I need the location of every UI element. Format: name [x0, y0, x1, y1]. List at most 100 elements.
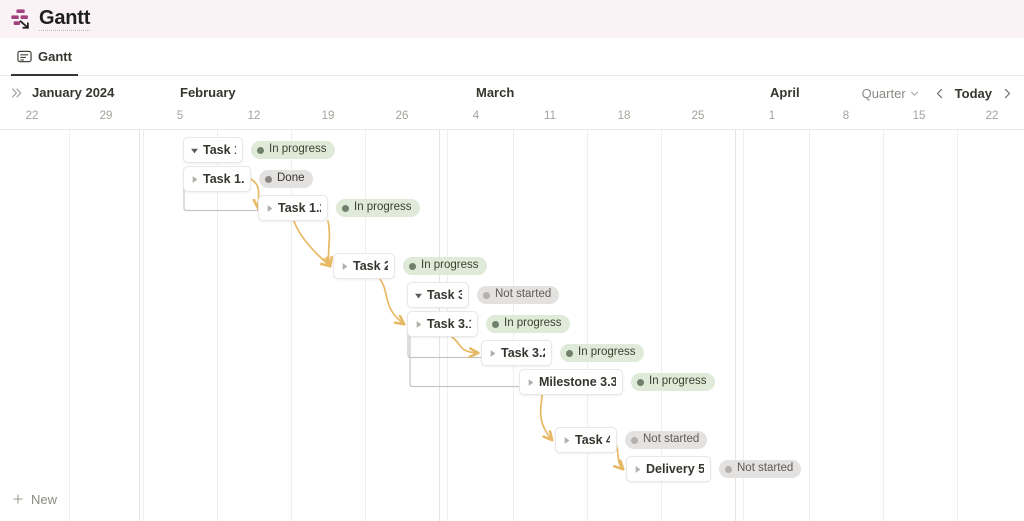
sidebar-divider: [139, 130, 140, 521]
timeline-view-icon: [17, 50, 32, 63]
task-name: Milestone 3.3: [539, 375, 616, 389]
status-dot-icon: [725, 465, 732, 473]
status-label: In progress: [269, 143, 327, 156]
timeline-controls: Quarter Today: [862, 84, 1014, 102]
zoom-level-label: Quarter: [861, 85, 906, 101]
task-bar[interactable]: Task 4: [555, 427, 617, 453]
zoom-level-select[interactable]: Quarter: [862, 86, 920, 101]
status-badge[interactable]: In progress: [631, 373, 715, 391]
task-name: Task 3.1: [427, 317, 471, 331]
status-label: In progress: [578, 346, 636, 359]
status-dot-icon: [492, 320, 499, 328]
status-label: In progress: [504, 317, 562, 330]
chevron-down-icon: [910, 91, 918, 96]
status-badge[interactable]: Not started: [719, 460, 802, 478]
task-bar[interactable]: Task 1.2: [258, 195, 328, 221]
status-label: Done: [277, 172, 305, 185]
task-bar[interactable]: Delivery 5: [626, 456, 711, 482]
week-tick-label: 1: [768, 110, 776, 122]
status-badge[interactable]: Not started: [625, 431, 708, 449]
caret-down-icon[interactable]: [190, 146, 199, 155]
status-badge[interactable]: In progress: [486, 315, 570, 333]
month-label: January 2024: [32, 85, 115, 100]
status-label: In progress: [421, 259, 479, 272]
week-tick-label: 26: [395, 110, 409, 122]
task-bar[interactable]: Task 2: [333, 253, 395, 279]
new-task-label: New: [31, 491, 58, 507]
tab-gantt[interactable]: Gantt: [11, 38, 78, 76]
view-tabbar: Gantt: [0, 38, 1024, 76]
week-tick-label: 8: [842, 110, 850, 122]
task-bar[interactable]: Task 3.1: [407, 311, 478, 337]
grid-line: [143, 130, 144, 521]
status-dot-icon: [566, 349, 573, 357]
task-bar[interactable]: Task 1: [183, 137, 243, 163]
task-name: Task 1.2: [278, 201, 321, 215]
week-tick-label: 29: [99, 110, 113, 122]
task-bar[interactable]: Task 3: [407, 282, 469, 308]
status-dot-icon: [265, 175, 272, 183]
status-label: In progress: [649, 375, 707, 388]
grid-line: [957, 130, 958, 521]
week-tick-label: 5: [176, 110, 184, 122]
week-tick-label: 22: [25, 110, 39, 122]
task-name: Task 4: [575, 433, 610, 447]
caret-right-icon[interactable]: [562, 436, 571, 445]
grid-line: [587, 130, 588, 521]
month-label: March: [476, 85, 515, 100]
double-chevron-right-icon[interactable]: [10, 86, 24, 100]
week-tick-label: 12: [247, 110, 261, 122]
status-badge[interactable]: Not started: [477, 286, 560, 304]
grid-line: [809, 130, 810, 521]
month-label: April: [770, 85, 800, 100]
grid-line: [365, 130, 366, 521]
week-tick-label: 15: [912, 110, 926, 122]
caret-right-icon[interactable]: [340, 262, 349, 271]
week-tick-label: 25: [691, 110, 705, 122]
status-badge[interactable]: Done: [259, 170, 313, 188]
status-badge[interactable]: In progress: [403, 257, 487, 275]
status-dot-icon: [631, 436, 638, 444]
status-dot-icon: [257, 146, 264, 154]
status-badge[interactable]: In progress: [560, 344, 644, 362]
today-button[interactable]: Today: [955, 86, 992, 101]
caret-right-icon[interactable]: [265, 204, 274, 213]
previous-period-button[interactable]: [933, 87, 946, 100]
plus-icon: [13, 494, 23, 504]
grid-line: [69, 130, 70, 521]
page-title: Gantt: [39, 7, 91, 31]
status-label: Not started: [737, 462, 794, 475]
grid-line: [291, 130, 292, 521]
status-label: Not started: [643, 433, 700, 446]
status-dot-icon: [342, 204, 349, 212]
caret-down-icon[interactable]: [414, 291, 423, 300]
status-badge[interactable]: In progress: [336, 199, 420, 217]
caret-right-icon[interactable]: [633, 465, 642, 474]
week-tick-label: 22: [985, 110, 999, 122]
next-period-button[interactable]: [1001, 87, 1014, 100]
task-bar[interactable]: Task 1.1: [183, 166, 251, 192]
grid-line: [883, 130, 884, 521]
caret-right-icon[interactable]: [414, 320, 423, 329]
task-name: Delivery 5: [646, 462, 704, 476]
status-label: Not started: [495, 288, 552, 301]
caret-right-icon[interactable]: [488, 349, 497, 358]
caret-right-icon[interactable]: [526, 378, 535, 387]
gantt-chart-body: Task 1 In progress Task 1.1 Done Task 1.2 In …: [0, 130, 1024, 521]
task-name: Task 1: [203, 143, 236, 157]
tab-gantt-label: Gantt: [38, 49, 72, 64]
new-task-button[interactable]: New: [0, 485, 139, 513]
week-tick-label: 4: [472, 110, 480, 122]
status-dot-icon: [483, 291, 490, 299]
status-badge[interactable]: In progress: [251, 141, 335, 159]
task-bar[interactable]: Task 3.2: [481, 340, 552, 366]
caret-right-icon[interactable]: [190, 175, 199, 184]
status-label: In progress: [354, 201, 412, 214]
status-dot-icon: [637, 378, 644, 386]
task-bar[interactable]: Milestone 3.3: [519, 369, 623, 395]
gantt-chart-icon: [11, 9, 30, 29]
status-dot-icon: [409, 262, 416, 270]
task-name: Task 1.1: [203, 172, 244, 186]
page-banner: Gantt: [0, 0, 1024, 38]
task-name: Task 3.2: [501, 346, 545, 360]
